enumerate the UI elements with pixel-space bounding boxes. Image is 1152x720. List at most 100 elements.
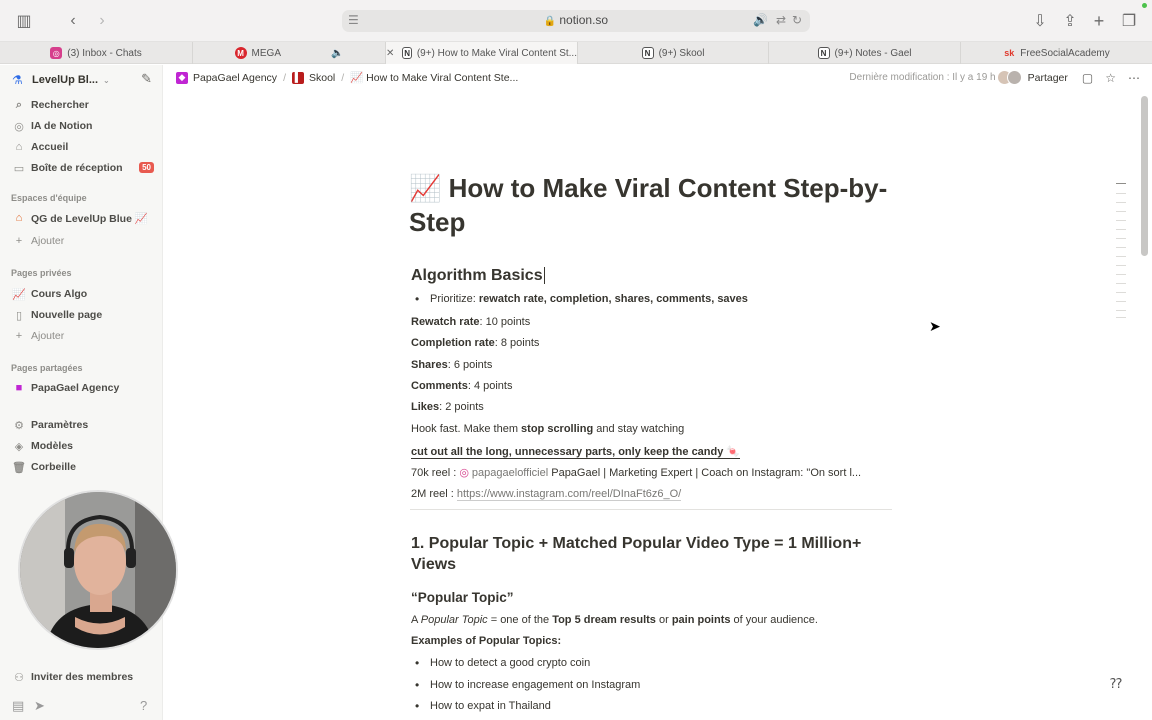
mute-icon[interactable]: 🔈	[331, 48, 343, 59]
close-icon[interactable]: ✕	[386, 48, 394, 59]
trash-icon: 🗑	[12, 461, 26, 474]
instagram-mention-link[interactable]: papagaelofficiel	[472, 467, 548, 479]
outline-marker[interactable]	[1116, 301, 1126, 302]
star-icon[interactable]: ☆	[1105, 71, 1116, 85]
translate-icon[interactable]: ⇄	[776, 13, 786, 27]
sidebar-add-team[interactable]: + Ajouter	[12, 233, 154, 249]
outline-marker[interactable]	[1116, 247, 1126, 248]
outline-marker[interactable]	[1116, 256, 1126, 257]
examples-heading[interactable]: Examples of Popular Topics:	[411, 635, 561, 647]
breadcrumb-item-skool[interactable]: ▌ Skool	[291, 71, 335, 84]
more-icon[interactable]: ⋯	[1128, 71, 1140, 85]
sidebar-item-label: Rechercher	[31, 99, 89, 111]
hook-paragraph[interactable]: Hook fast. Make them stop scrolling and …	[411, 423, 684, 435]
new-tab-icon[interactable]: +	[1089, 11, 1109, 31]
popular-topic-definition[interactable]: A Popular Topic = one of the Top 5 dream…	[411, 614, 818, 626]
avatar-group[interactable]	[996, 70, 1022, 85]
sidebar-item-search[interactable]: ⌕ Rechercher	[12, 97, 154, 113]
book-icon: ▌	[291, 71, 304, 84]
sidebar-item-ai[interactable]: ◎ IA de Notion	[12, 118, 154, 134]
share-icon[interactable]: ⇪	[1060, 11, 1080, 31]
tab-notes[interactable]: N (9+) Notes - Gael	[769, 42, 961, 64]
share-button[interactable]: Partager	[1028, 72, 1068, 84]
outline-marker[interactable]	[1116, 310, 1126, 311]
reload-icon[interactable]: ↻	[792, 13, 802, 27]
outline-marker[interactable]	[1116, 317, 1126, 318]
sidebar-invite-members[interactable]: ⚇ Inviter des membres	[12, 669, 154, 685]
text-row[interactable]: Comments: 4 points	[411, 380, 512, 392]
sidebar-item-trash[interactable]: 🗑 Corbeille	[12, 459, 154, 475]
sidebar-item-label: Accueil	[31, 141, 69, 153]
breadcrumb-separator: /	[283, 71, 286, 84]
outline-marker[interactable]	[1116, 211, 1126, 212]
text-row[interactable]: Completion rate: 8 points	[411, 337, 539, 349]
list-item[interactable]: How to expat in Thailand	[415, 699, 551, 713]
text-segment: = one of the	[487, 614, 553, 626]
text-row[interactable]: Rewatch rate: 10 points	[411, 316, 530, 328]
cut-paragraph[interactable]: cut out all the long, unnecessary parts,…	[411, 445, 741, 459]
reel-url-link[interactable]: https://www.instagram.com/reel/DInaFt6z6…	[456, 488, 682, 501]
calendar-icon[interactable]: ▤	[12, 698, 24, 714]
workspace-switcher[interactable]: ⚗ LevelUp Bl... ⌄	[12, 72, 110, 88]
tab-overview-icon[interactable]: ❐	[1119, 11, 1139, 31]
outline-marker[interactable]	[1116, 274, 1126, 275]
list-item[interactable]: How to increase engagement on Instagram	[415, 678, 640, 692]
page-header: ◆ PapaGael Agency / ▌ Skool / 📈 How to Mak…	[164, 65, 1152, 93]
forward-icon[interactable]: ›	[92, 11, 112, 31]
sidebar-item-cours-algo[interactable]: 📈 Cours Algo	[12, 286, 154, 302]
reel-label: 2M reel :	[411, 488, 457, 500]
row-value: : 10 points	[479, 316, 531, 328]
workspace-logo-icon: ⚗	[12, 73, 23, 87]
help-circle-icon[interactable]: ?	[140, 698, 147, 713]
outline-marker[interactable]	[1116, 238, 1126, 239]
text-segment-bold: stop scrolling	[521, 423, 594, 435]
scrollbar[interactable]	[1141, 96, 1148, 256]
heading-algorithm-basics[interactable]: Algorithm Basics	[411, 267, 545, 285]
sidebar-item-settings[interactable]: ⚙ Paramètres	[12, 417, 154, 433]
back-icon[interactable]: ‹	[63, 11, 83, 31]
tab-mega[interactable]: M MEGA 🔈	[193, 42, 386, 64]
heading-popular-topic-formula[interactable]: 1. Popular Topic + Matched Popular Video…	[411, 533, 881, 575]
help-icon[interactable]: ⁇	[1110, 676, 1122, 692]
comment-icon[interactable]: ▢	[1082, 71, 1093, 85]
sidebar-item-label: Nouvelle page	[31, 309, 103, 321]
outline-marker[interactable]	[1116, 229, 1126, 230]
reel-70k-row[interactable]: 70k reel : ◎ papagaelofficiel PapaGael | …	[411, 466, 861, 479]
row-label: Completion rate	[411, 337, 495, 349]
sidebar-item-inbox[interactable]: ▭ Boîte de réception 50	[12, 160, 154, 176]
outline-marker[interactable]	[1116, 265, 1126, 266]
page-title[interactable]: 📈 How to Make Viral Content Step-by-Step	[409, 171, 889, 239]
address-bar[interactable]: ☰ 🔒 notion.so 🔊 ⇄ ↻	[342, 10, 810, 32]
outline-marker[interactable]	[1116, 202, 1126, 203]
sidebar-toggle-icon[interactable]: ▥	[14, 11, 34, 31]
text-row[interactable]: Likes: 2 points	[411, 401, 484, 413]
sidebar-item-team[interactable]: ⌂ QG de LevelUp Blue 📈	[12, 210, 154, 226]
text-row[interactable]: Shares: 6 points	[411, 359, 492, 371]
tab-skool[interactable]: N (9+) Skool	[578, 42, 769, 64]
send-icon[interactable]: ➤	[34, 698, 45, 714]
sidebar-add-private[interactable]: + Ajouter	[12, 328, 154, 344]
outline-marker[interactable]	[1116, 292, 1126, 293]
sidebar-item-papagael[interactable]: ■ PapaGael Agency	[12, 380, 154, 396]
breadcrumb-item-agency[interactable]: ◆ PapaGael Agency	[176, 71, 277, 84]
outline-marker[interactable]	[1116, 283, 1126, 284]
new-page-icon[interactable]: ✎	[141, 71, 152, 87]
heading-popular-topic[interactable]: “Popular Topic”	[411, 590, 514, 605]
breadcrumb-item-current[interactable]: 📈 How to Make Viral Content Ste...	[350, 71, 518, 84]
sidebar-item-templates[interactable]: ◈ Modèles	[12, 438, 154, 454]
audio-playing-icon[interactable]: 🔊	[753, 13, 768, 27]
outline-marker[interactable]	[1116, 183, 1126, 184]
sidebar-item-home[interactable]: ⌂ Accueil	[12, 139, 154, 155]
bullet-bold: rewatch rate, completion, shares, commen…	[478, 293, 748, 305]
tab-inbox[interactable]: ◎ (3) Inbox - Chats	[0, 42, 193, 64]
tab-viral-content[interactable]: ✕ N (9+) How to Make Viral Content St...	[386, 42, 578, 64]
list-item[interactable]: How to detect a good crypto coin	[415, 656, 590, 670]
bookmark-link[interactable]: PapaGael | Marketing Expert | Coach on I…	[551, 467, 861, 479]
reel-2m-row[interactable]: 2M reel : https://www.instagram.com/reel…	[411, 488, 682, 501]
list-item[interactable]: Prioritize: rewatch rate, completion, sh…	[415, 292, 748, 306]
tab-freesocialacademy[interactable]: sk FreeSocialAcademy	[961, 42, 1152, 64]
outline-marker[interactable]	[1116, 220, 1126, 221]
outline-marker[interactable]	[1116, 193, 1126, 194]
sidebar-item-new-page[interactable]: ▯ Nouvelle page	[12, 307, 154, 323]
download-icon[interactable]: ⇩	[1030, 11, 1050, 31]
